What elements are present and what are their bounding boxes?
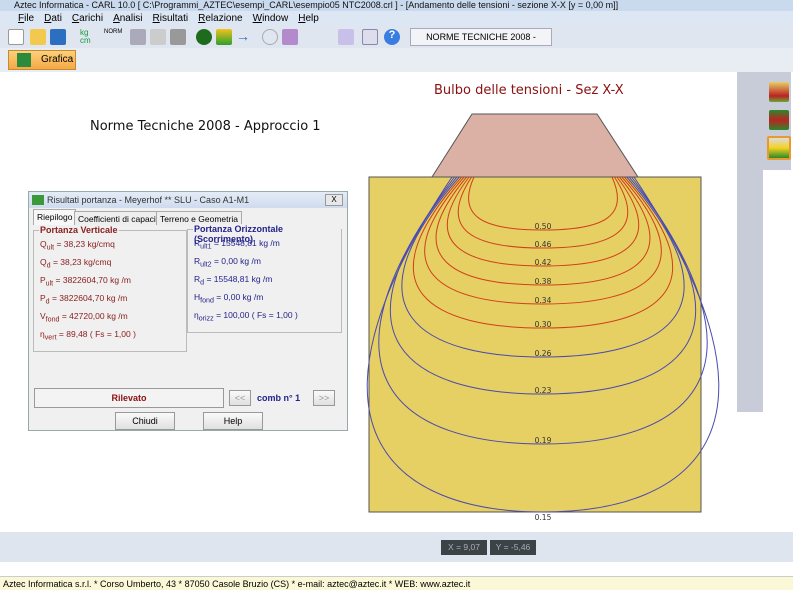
embankment	[431, 113, 639, 178]
value: = 15548,81 kg /m	[213, 238, 280, 248]
vertical-title: Portanza Verticale	[39, 225, 119, 235]
subscript: orizz	[198, 314, 214, 323]
vertical-group: Portanza Verticale Qult = 38,23 kg/cmq Qd…	[33, 225, 187, 352]
result-row: Rd = 15548,81 kg /m	[194, 274, 272, 287]
bottom-toolbar	[0, 532, 793, 562]
y-coordinate: Y = -5,46	[490, 540, 536, 555]
x-coordinate: X = 9,07	[441, 540, 487, 555]
right-toolbar	[737, 72, 763, 412]
value: = 100,00 ( Fs = 1,00 )	[216, 310, 298, 320]
subscript: vert	[44, 333, 57, 342]
app-icon	[32, 195, 44, 205]
value: = 3822604,70 kg /m	[55, 275, 131, 285]
embankment-icon[interactable]	[767, 136, 791, 160]
tab-riepilogo[interactable]: Riepilogo	[33, 209, 77, 225]
result-row: ηvert = 89,48 ( Fs = 1,00 )	[40, 329, 136, 342]
result-row: Pult = 3822604,70 kg /m	[40, 275, 131, 288]
result-row: Rult2 = 0,00 kg /m	[194, 256, 261, 269]
contour-label: 0.38	[535, 277, 552, 286]
result-row: Hfond = 0,00 kg /m	[194, 292, 263, 305]
results-dialog: Risultati portanza - Meyerhof ** SLU - C…	[28, 191, 348, 431]
value: = 15548,81 kg /m	[206, 274, 273, 284]
contour-label: 0.15	[535, 513, 552, 522]
result-row: Qult = 38,23 kg/cmq	[40, 239, 115, 252]
value: = 89,48 ( Fs = 1,00 )	[58, 329, 136, 339]
horizontal-group: Portanza Orizzontale (Scorrimento) Rult1…	[187, 224, 342, 333]
help-button[interactable]: Help	[203, 412, 263, 430]
right-toolbar-2	[763, 72, 791, 170]
result-row: ηorizz = 100,00 ( Fs = 1,00 )	[194, 310, 298, 323]
value: = 0,00 kg /m	[213, 256, 261, 266]
value: = 42720,00 kg /m	[61, 311, 128, 321]
chiudi-button[interactable]: Chiudi	[115, 412, 175, 430]
close-icon[interactable]: X	[325, 194, 343, 206]
result-row: Qd = 38,23 kg/cmq	[40, 257, 111, 270]
subscript: ult	[46, 243, 55, 252]
subscript: ult	[45, 279, 54, 288]
foundation-icon[interactable]	[769, 82, 789, 102]
contour-label: 0.34	[535, 296, 552, 305]
value: = 3822604,70 kg /m	[51, 293, 128, 303]
subscript: d	[46, 261, 51, 270]
tab-coefficienti[interactable]: Coefficienti di capacità	[74, 211, 167, 225]
subscript: ult1	[200, 242, 212, 251]
subscript: fond	[200, 296, 214, 305]
status-field: Rilevato	[34, 388, 224, 408]
subscript: ult2	[200, 260, 212, 269]
contour-label: 0.50	[535, 222, 552, 231]
value: = 0,00 kg /m	[216, 292, 264, 302]
contour-label: 0.42	[535, 258, 552, 267]
contour-label: 0.30	[535, 320, 552, 329]
prev-comb-button[interactable]: <<	[229, 390, 251, 406]
pile-icon[interactable]	[769, 110, 789, 130]
dialog-title: Risultati portanza - Meyerhof ** SLU - C…	[29, 192, 347, 208]
contour-label: 0.23	[535, 386, 552, 395]
symbol: Q	[40, 239, 47, 249]
tab-terreno[interactable]: Terreno e Geometria	[156, 211, 242, 225]
status-bar: Aztec Informatica s.r.l. * Corso Umberto…	[0, 576, 793, 590]
symbol: Q	[40, 257, 47, 267]
value: = 38,23 kg/cmq	[52, 257, 112, 267]
subscript: fond	[45, 315, 60, 324]
contour-label: 0.26	[535, 349, 552, 358]
contour-label: 0.19	[535, 436, 552, 445]
result-row: Vfond = 42720,00 kg /m	[40, 311, 128, 324]
subscript: d	[45, 297, 50, 306]
result-row: Pd = 3822604,70 kg /m	[40, 293, 127, 306]
value: = 38,23 kg/cmq	[56, 239, 115, 249]
contour-label: 0.46	[535, 240, 552, 249]
comb-label: comb n° 1	[257, 393, 301, 403]
subscript: d	[200, 278, 205, 287]
result-row: Rult1 = 15548,81 kg /m	[194, 238, 280, 251]
next-comb-button[interactable]: >>	[313, 390, 335, 406]
